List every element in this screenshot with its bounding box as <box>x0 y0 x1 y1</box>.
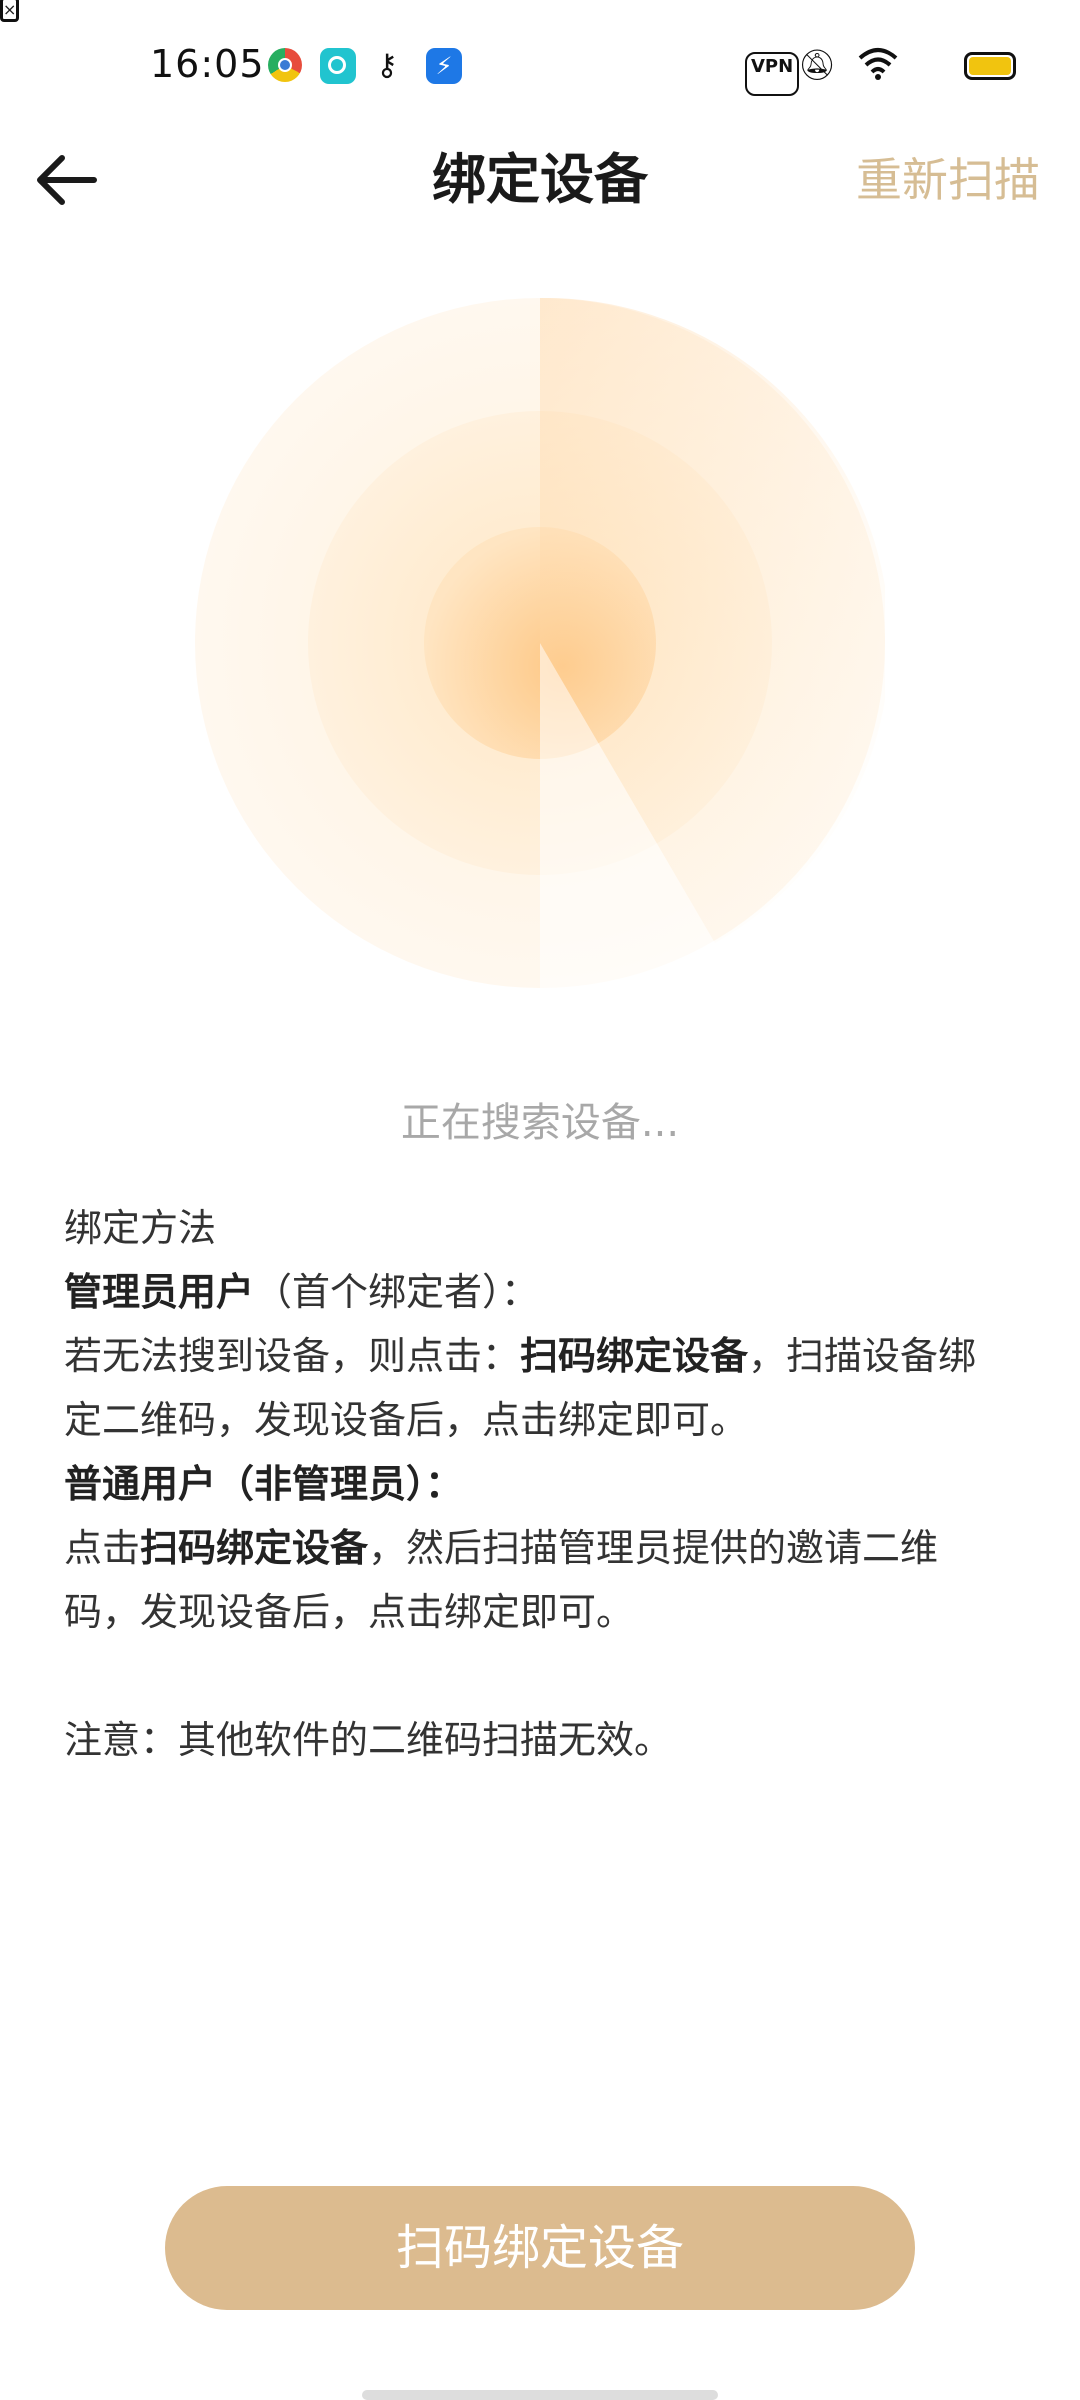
chrome-icon <box>268 48 302 82</box>
vpn-icon: VPN <box>745 52 800 96</box>
status-time: 16:05 <box>150 42 265 86</box>
binding-instructions: 绑定方法 管理员用户（首个绑定者）： 若无法搜到设备，则点击：扫码绑定设备，扫描… <box>64 1196 1014 1772</box>
user-bold-action: 扫码绑定设备 <box>140 1526 369 1570</box>
status-bar: 16:05 ⚷ ⚡ VPN 🔕︎ × <box>0 0 1080 130</box>
instructions-heading: 绑定方法 <box>64 1206 217 1250</box>
user-title: 普通用户（非管理员）： <box>64 1462 464 1506</box>
wifi-icon <box>858 46 898 86</box>
rescan-button[interactable]: 重新扫描 <box>856 140 1040 220</box>
battery-icon <box>964 52 1016 80</box>
admin-title-suffix: （首个绑定者）： <box>254 1270 540 1314</box>
admin-title-line: 管理员用户（首个绑定者）： <box>64 1260 1014 1324</box>
sim-icon: × <box>0 0 20 22</box>
app-icon <box>320 48 356 84</box>
admin-title: 管理员用户 <box>64 1270 255 1314</box>
user-text-before: 点击 <box>64 1526 141 1570</box>
key-icon: ⚷ <box>376 48 398 83</box>
mute-icon: 🔕︎ <box>798 48 837 83</box>
radar-scan-animation <box>195 297 890 989</box>
home-indicator[interactable] <box>362 2390 718 2400</box>
searching-status-text: 正在搜索设备... <box>400 1100 680 1146</box>
usb-icon: ⚡ <box>426 48 462 84</box>
admin-instructions: 若无法搜到设备，则点击：扫码绑定设备，扫描设备绑定二维码，发现设备后，点击绑定即… <box>64 1324 1014 1452</box>
user-instructions: 点击扫码绑定设备，然后扫描管理员提供的邀请二维码，发现设备后，点击绑定即可。 <box>64 1516 1014 1644</box>
admin-text-before: 若无法搜到设备，则点击： <box>64 1334 521 1378</box>
note-text: 注意：其他软件的二维码扫描无效。 <box>64 1718 673 1762</box>
admin-bold-action: 扫码绑定设备 <box>520 1334 749 1378</box>
scan-qr-bind-button[interactable]: 扫码绑定设备 <box>165 2186 915 2310</box>
